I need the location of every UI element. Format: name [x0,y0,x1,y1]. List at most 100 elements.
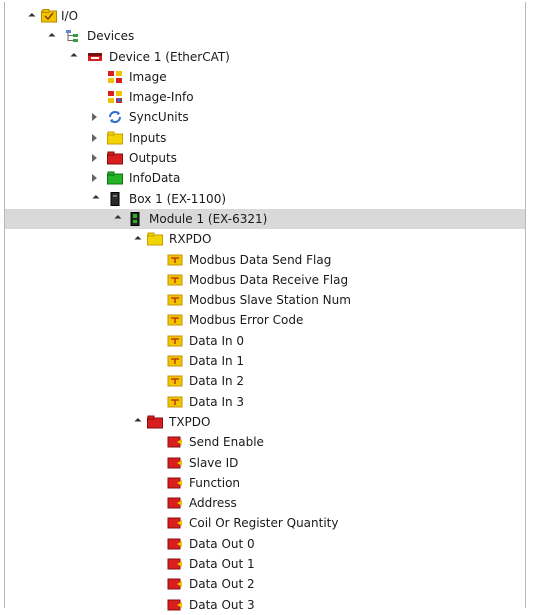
tree-node-label: RXPDO [169,232,212,247]
tree-node[interactable]: TXPDO [5,412,525,432]
tree-node[interactable]: Data In 1 [5,351,525,371]
inputs-folder-icon [107,131,123,145]
input-variable-icon [167,273,183,287]
tree-node-label: Modbus Data Receive Flag [189,272,349,287]
output-variable-icon [167,577,183,591]
io-tree[interactable]: I/O Devices Device 1 (EtherCAT) Image Image-… [5,6,525,615]
expand-arrow-icon[interactable] [89,148,99,168]
tree-node[interactable]: Modbus Data Send Flag [5,250,525,270]
tree-node[interactable]: Data In 2 [5,371,525,391]
output-variable-icon [167,476,183,490]
module-icon [127,211,143,226]
image-info-icon [107,90,123,104]
collapse-arrow-icon[interactable] [67,47,77,67]
tree-node[interactable]: Slave ID [5,453,525,473]
tree-node[interactable]: RXPDO [5,229,525,249]
infodata-folder-icon [107,171,123,185]
expand-arrow-icon[interactable] [89,128,99,148]
tree-node[interactable]: Inputs [5,128,525,148]
tree-node-label: Data Out 3 [189,597,255,612]
tree-node-label: Image-Info [129,90,194,105]
tree-node-label: Devices [87,29,135,44]
tree-node[interactable]: Data In 0 [5,331,525,351]
tree-node-label: Device 1 (EtherCAT) [109,49,230,64]
input-variable-icon [167,334,183,348]
output-variable-icon [167,557,183,571]
tree-node[interactable]: Device 1 (EtherCAT) [5,47,525,67]
output-variable-icon [167,456,183,470]
tree-node[interactable]: Data Out 3 [5,595,525,615]
tree-node-label: Coil Or Register Quantity [189,516,339,531]
outputs-folder-icon [107,151,123,165]
tree-node[interactable]: Send Enable [5,432,525,452]
tree-node[interactable]: Data In 3 [5,392,525,412]
tree-node[interactable]: InfoData [5,168,525,188]
tree-node[interactable]: Modbus Data Receive Flag [5,270,525,290]
tree-node[interactable]: SyncUnits [5,107,525,127]
tree-node-label: SyncUnits [129,110,189,125]
sync-units-icon [107,110,123,124]
tree-node-label: Image [129,69,167,84]
tree-node-label: Data In 1 [189,354,245,369]
rxpdo-folder-icon [147,232,163,246]
tree-node[interactable]: Function [5,473,525,493]
tree-node-label: Data In 2 [189,374,245,389]
collapse-arrow-icon[interactable] [131,229,141,249]
tree-node[interactable]: Data Out 0 [5,534,525,554]
tree-node[interactable]: Image [5,67,525,87]
tree-node-label: Data Out 2 [189,577,255,592]
input-variable-icon [167,313,183,327]
tree-node-label: Modbus Slave Station Num [189,293,351,308]
tree-node-label: Modbus Data Send Flag [189,252,332,267]
input-variable-icon [167,354,183,368]
tree-node-label: Data In 0 [189,333,245,348]
tree-node[interactable]: Image-Info [5,87,525,107]
output-variable-icon [167,496,183,510]
tree-node[interactable]: Modbus Slave Station Num [5,290,525,310]
output-variable-icon [167,537,183,551]
tree-node-label: Box 1 (EX-1100) [129,191,227,206]
devices-tree-icon [65,29,81,43]
ethercat-device-icon [87,50,103,64]
tree-node[interactable]: Outputs [5,148,525,168]
collapse-arrow-icon[interactable] [111,209,121,229]
input-variable-icon [167,253,183,267]
collapse-arrow-icon[interactable] [25,6,35,26]
collapse-arrow-icon[interactable] [89,189,99,209]
tree-node-label: Send Enable [189,435,264,450]
input-variable-icon [167,395,183,409]
output-variable-icon [167,516,183,530]
tree-view-panel: I/O Devices Device 1 (EtherCAT) Image Image-… [4,2,526,612]
box-icon [107,191,123,206]
tree-node-label: TXPDO [169,414,211,429]
tree-node-label: Address [189,496,237,511]
collapse-arrow-icon[interactable] [45,26,55,46]
txpdo-folder-icon [147,415,163,429]
tree-node-label: Data In 3 [189,394,245,409]
collapse-arrow-icon[interactable] [131,412,141,432]
input-variable-icon [167,293,183,307]
tree-node[interactable]: Module 1 (EX-6321) [5,208,525,230]
tree-node-label: Outputs [129,151,177,166]
tree-node[interactable]: Box 1 (EX-1100) [5,189,525,209]
tree-node[interactable]: Address [5,493,525,513]
tree-node-label: Modbus Error Code [189,313,304,328]
tree-node-label: Data Out 0 [189,536,255,551]
tree-node[interactable]: Devices [5,26,525,46]
output-variable-icon [167,435,183,449]
tree-node-label: I/O [61,9,79,23]
tree-node[interactable]: Data Out 2 [5,574,525,594]
tree-node[interactable]: I/O [5,6,525,26]
tree-node[interactable]: Data Out 1 [5,554,525,574]
expand-arrow-icon[interactable] [89,107,99,127]
tree-node[interactable]: Modbus Error Code [5,310,525,330]
tree-node-label: InfoData [129,171,181,186]
expand-arrow-icon[interactable] [89,168,99,188]
tree-node-label: Data Out 1 [189,557,255,572]
io-folder-icon [41,9,57,23]
tree-node-label: Slave ID [189,455,239,470]
tree-node[interactable]: Coil Or Register Quantity [5,513,525,533]
tree-node-label: Inputs [129,130,167,145]
tree-node-label: Module 1 (EX-6321) [149,211,268,226]
input-variable-icon [167,374,183,388]
